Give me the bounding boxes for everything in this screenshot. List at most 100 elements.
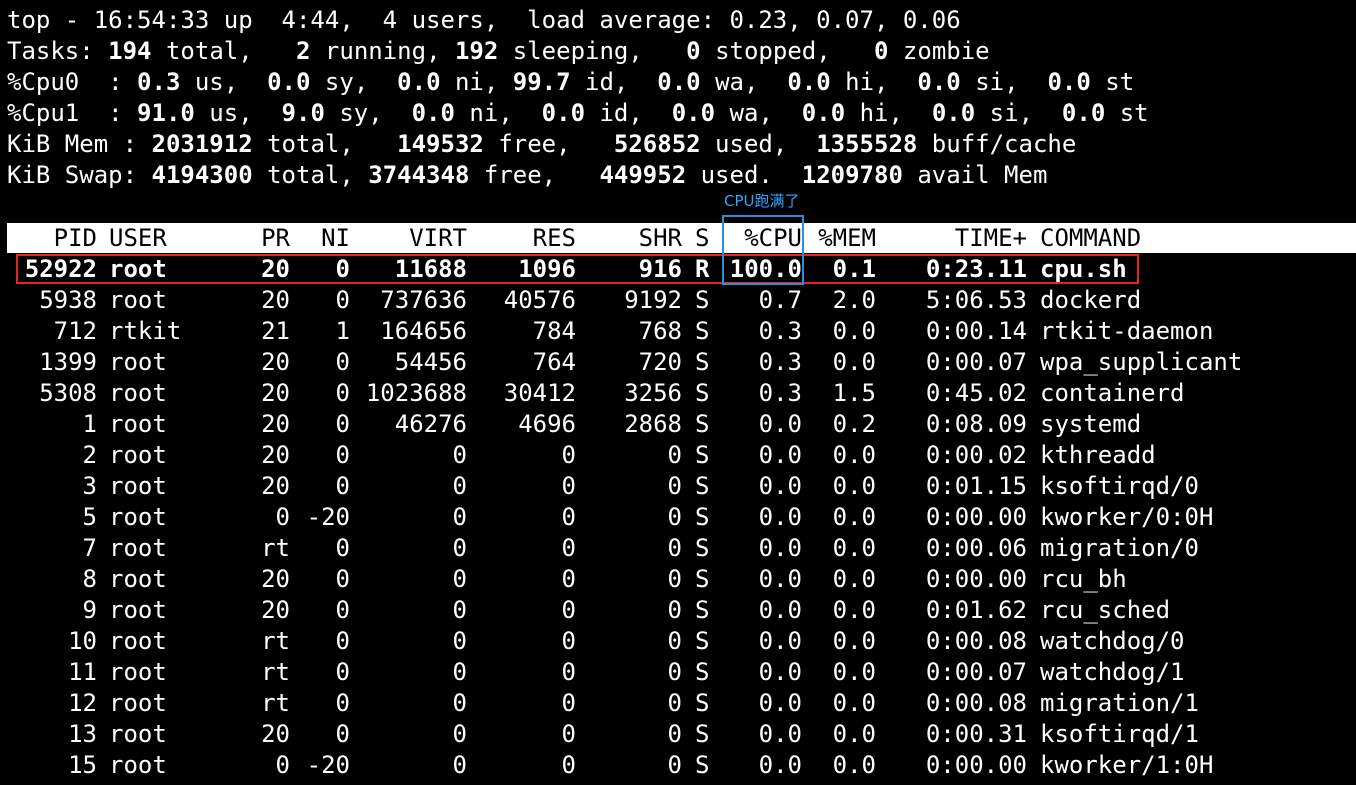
cell-res: 0 (561, 658, 576, 686)
cell-res: 764 (532, 348, 576, 376)
col-pid[interactable]: PID (7, 223, 97, 253)
cell-ni: 0 (335, 472, 350, 500)
cell-shr: 2868 (624, 410, 682, 438)
cell-s: S (695, 379, 710, 407)
cell-pid: 7 (82, 534, 97, 562)
cell-time: 0:00.31 (925, 720, 1027, 748)
cell-pid: 15 (68, 751, 97, 779)
col-s[interactable]: S (695, 223, 715, 253)
cell-user: root (109, 286, 167, 314)
col-res[interactable]: RES (477, 223, 576, 253)
cell-user: root (109, 658, 167, 686)
cell-user: root (109, 627, 167, 655)
col-ni[interactable]: NI (292, 223, 350, 253)
cell-mem: 0.0 (832, 348, 876, 376)
cell-shr: 9192 (624, 286, 682, 314)
cell-res: 0 (561, 627, 576, 655)
cell-cmd: watchdog/1 (1040, 658, 1185, 686)
cell-user: root (109, 441, 167, 469)
cell-cmd: rcu_sched (1040, 596, 1171, 624)
top-summary: top - 16:54:33 up 4:44, 4 users, load av… (7, 5, 1149, 191)
cell-pr: 20 (261, 596, 290, 624)
cell-pr: 20 (261, 348, 290, 376)
col-time[interactable]: TIME+ (887, 223, 1027, 253)
cell-pr: 20 (261, 286, 290, 314)
cell-virt: 0 (452, 751, 467, 779)
cell-time: 0:00.07 (925, 658, 1027, 686)
cell-cpu: 0.0 (758, 441, 802, 469)
cell-ni: 0 (335, 348, 350, 376)
cell-s: S (695, 565, 710, 593)
cell-cpu: 0.0 (758, 410, 802, 438)
cell-mem: 0.0 (832, 534, 876, 562)
cell-time: 0:01.62 (925, 596, 1027, 624)
cell-virt: 0 (452, 720, 467, 748)
cell-pid: 9 (82, 596, 97, 624)
cell-s: S (695, 627, 710, 655)
cell-ni: 0 (335, 286, 350, 314)
cell-pid: 5 (82, 503, 97, 531)
col-shr[interactable]: SHR (587, 223, 682, 253)
cell-pr: rt (261, 689, 290, 717)
cell-time: 0:00.02 (925, 441, 1027, 469)
cell-pid: 712 (53, 317, 97, 345)
cell-s: S (695, 751, 710, 779)
cell-cpu: 0.0 (758, 658, 802, 686)
cell-mem: 0.0 (832, 565, 876, 593)
cell-virt: 0 (452, 472, 467, 500)
cell-res: 0 (561, 751, 576, 779)
cell-pr: 0 (275, 503, 290, 531)
cell-pid: 5938 (39, 286, 97, 314)
terminal-window[interactable]: top - 16:54:33 up 4:44, 4 users, load av… (0, 0, 1356, 785)
cell-time: 5:06.53 (925, 286, 1027, 314)
col-pr[interactable]: PR (257, 223, 290, 253)
cell-pr: 20 (261, 441, 290, 469)
cell-pr: rt (261, 627, 290, 655)
uptime-line: top - 16:54:33 up 4:44, 4 users, load av… (7, 6, 961, 34)
cell-s: S (695, 503, 710, 531)
cell-res: 30412 (503, 379, 576, 407)
cell-res: 784 (532, 317, 576, 345)
cell-shr: 3256 (624, 379, 682, 407)
cell-cmd: migration/1 (1040, 689, 1199, 717)
col-mem[interactable]: %MEM (812, 223, 876, 253)
cell-time: 0:08.09 (925, 410, 1027, 438)
cell-ni: 0 (335, 689, 350, 717)
col-command[interactable]: COMMAND (1040, 223, 1340, 253)
cell-res: 0 (561, 472, 576, 500)
cell-user: root (109, 565, 167, 593)
cell-pid: 1 (82, 410, 97, 438)
cell-cmd: rtkit-daemon (1040, 317, 1214, 345)
cell-virt: 0 (452, 658, 467, 686)
cell-mem: 0.0 (832, 720, 876, 748)
cell-mem: 0.0 (832, 658, 876, 686)
cell-s: S (695, 441, 710, 469)
cell-pid: 11 (68, 658, 97, 686)
col-virt[interactable]: VIRT (352, 223, 467, 253)
cell-res: 0 (561, 534, 576, 562)
cell-user: root (109, 689, 167, 717)
cell-ni: -20 (306, 503, 350, 531)
cell-ni: 0 (335, 441, 350, 469)
cell-cpu: 0.3 (758, 379, 802, 407)
cell-time: 0:45.02 (925, 379, 1027, 407)
cell-shr: 0 (667, 503, 682, 531)
cell-cpu: 0.0 (758, 565, 802, 593)
cell-ni: 0 (335, 596, 350, 624)
cell-user: root (109, 503, 167, 531)
mem-line: KiB Mem : 2031912 total, 149532 free, 52… (7, 130, 1077, 158)
cell-virt: 0 (452, 689, 467, 717)
cell-shr: 0 (667, 720, 682, 748)
cell-pid: 12 (68, 689, 97, 717)
cell-time: 0:00.14 (925, 317, 1027, 345)
cell-ni: 1 (335, 317, 350, 345)
swap-line: KiB Swap: 4194300 total, 3744348 free, 4… (7, 161, 1048, 189)
cell-ni: 0 (335, 410, 350, 438)
cell-user: root (109, 348, 167, 376)
cell-cpu: 0.0 (758, 503, 802, 531)
cell-mem: 0.0 (832, 472, 876, 500)
cell-ni: -20 (306, 751, 350, 779)
cell-shr: 0 (667, 441, 682, 469)
col-user[interactable]: USER (109, 223, 259, 253)
cell-mem: 2.0 (832, 286, 876, 314)
